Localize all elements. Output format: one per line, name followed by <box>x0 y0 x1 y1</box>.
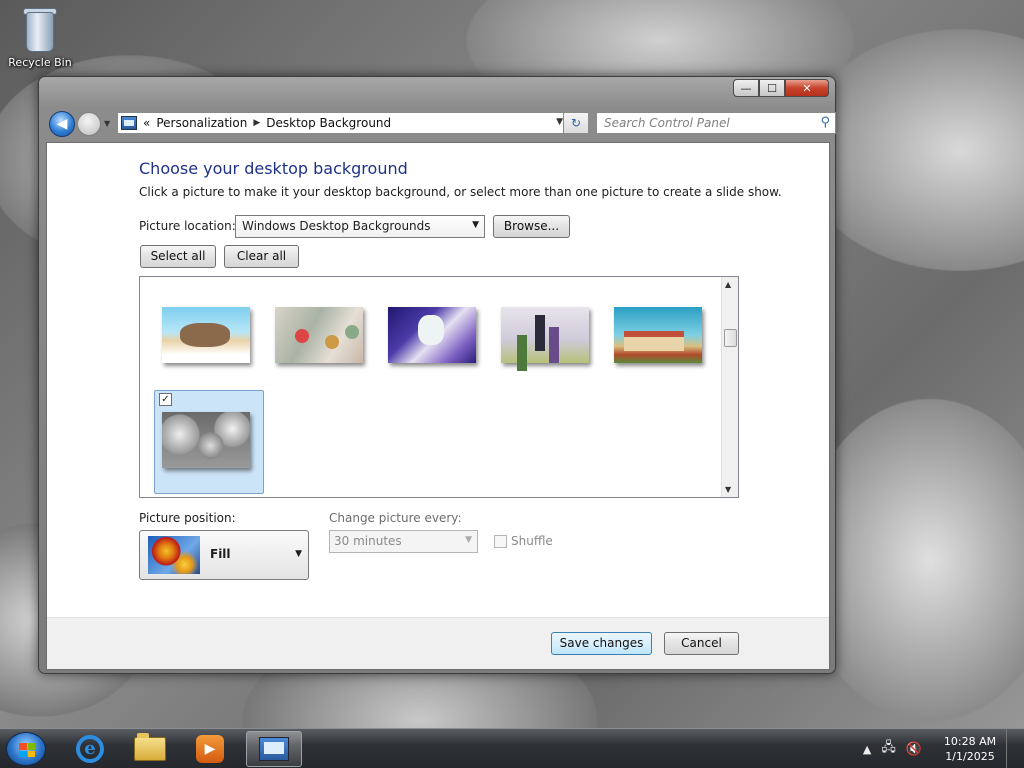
media-player-icon: ▶ <box>196 735 224 763</box>
recycle-bin-label: Recycle Bin <box>8 56 72 69</box>
selected-wallpaper-tile[interactable]: ✓ <box>154 390 264 494</box>
chevron-down-icon: ▼ <box>295 549 302 559</box>
windows-logo-icon <box>19 743 35 757</box>
recycle-bin-desktop-icon[interactable]: Recycle Bin <box>4 6 76 69</box>
taskbar: e ▶ ▲ 🖧 🔇 10:28 AM 1/1/2025 <box>0 728 1024 768</box>
change-picture-label: Change picture every: <box>329 511 462 525</box>
forward-button[interactable] <box>77 112 101 136</box>
wallpaper-thumbnail-1[interactable] <box>162 307 250 363</box>
search-icon[interactable]: ⚲ <box>820 115 830 130</box>
shuffle-label: Shuffle <box>511 534 553 548</box>
maximize-button[interactable]: ☐ <box>759 79 785 97</box>
internet-explorer-icon: e <box>76 735 104 763</box>
taskbar-media-player[interactable]: ▶ <box>182 731 238 767</box>
shuffle-checkbox[interactable]: Shuffle <box>494 534 553 548</box>
change-picture-select[interactable]: 30 minutes ▼ <box>329 530 478 553</box>
minimize-button[interactable]: — <box>733 79 759 97</box>
refresh-button[interactable]: ↻ <box>563 112 589 134</box>
gallery-scrollbar[interactable]: ▲ ▼ <box>721 277 738 497</box>
wallpaper-thumbnail-5[interactable] <box>614 307 702 363</box>
scroll-up-icon[interactable]: ▲ <box>725 280 731 289</box>
wallpaper-thumbnail-3[interactable] <box>388 307 476 363</box>
dialog-footer: Save changes Cancel <box>47 617 829 669</box>
system-tray: ▲ 🖧 🔇 10:28 AM 1/1/2025 <box>863 729 1018 768</box>
taskbar-internet-explorer[interactable]: e <box>62 731 118 767</box>
breadcrumb-root-chevron[interactable]: « <box>143 116 150 130</box>
wallpaper-gallery: ✓ ▲ ▼ <box>139 276 739 498</box>
start-button[interactable] <box>6 732 46 766</box>
browse-button[interactable]: Browse... <box>493 215 570 238</box>
clear-all-button[interactable]: Clear all <box>224 245 299 268</box>
chevron-down-icon: ▼ <box>472 220 479 230</box>
picture-position-label: Picture position: <box>139 511 236 525</box>
control-panel-icon <box>121 116 137 130</box>
desktop-background-window: — ☐ ✕ ◀ ▼ « Personalization ▶ Desktop Ba… <box>38 76 836 674</box>
chevron-down-icon: ▼ <box>465 535 472 545</box>
picture-position-value: Fill <box>210 547 231 561</box>
wallpaper-thumbnail-6[interactable] <box>162 412 250 468</box>
wallpaper-thumbnail-4[interactable] <box>501 307 589 363</box>
breadcrumb-personalization[interactable]: Personalization <box>156 116 247 130</box>
select-all-button[interactable]: Select all <box>140 245 216 268</box>
picture-location-value: Windows Desktop Backgrounds <box>242 219 431 233</box>
taskbar-windows-explorer[interactable] <box>122 731 178 767</box>
window-caption-buttons: — ☐ ✕ <box>733 79 829 97</box>
breadcrumb-separator-icon[interactable]: ▶ <box>253 118 260 128</box>
folder-icon <box>134 733 166 761</box>
address-dropdown-icon[interactable]: ▼ <box>556 117 563 127</box>
control-panel-icon <box>259 737 289 761</box>
close-button[interactable]: ✕ <box>785 79 829 97</box>
search-placeholder: Search Control Panel <box>604 116 730 130</box>
address-bar[interactable]: « Personalization ▶ Desktop Background ▼ <box>117 112 570 134</box>
clock[interactable]: 10:28 AM 1/1/2025 <box>940 734 1000 764</box>
picture-position-select[interactable]: Fill ▼ <box>139 530 309 580</box>
recycle-bin-icon <box>18 6 62 54</box>
breadcrumb-desktop-background[interactable]: Desktop Background <box>266 116 391 130</box>
taskbar-control-panel[interactable] <box>246 731 302 767</box>
scroll-down-icon[interactable]: ▼ <box>725 485 731 494</box>
scrollbar-thumb[interactable] <box>724 329 737 347</box>
clock-time: 10:28 AM <box>943 735 997 748</box>
show-hidden-icons-icon[interactable]: ▲ <box>863 743 871 756</box>
recent-pages-dropdown-icon[interactable]: ▼ <box>104 119 110 128</box>
picture-location-select[interactable]: Windows Desktop Backgrounds ▼ <box>235 215 485 238</box>
back-arrow-icon: ◀ <box>56 116 68 132</box>
network-icon[interactable]: 🖧 <box>881 738 896 760</box>
back-button[interactable]: ◀ <box>49 111 75 137</box>
shuffle-checkbox-box[interactable] <box>494 534 507 548</box>
page-description: Click a picture to make it your desktop … <box>139 185 782 199</box>
save-changes-button[interactable]: Save changes <box>551 632 652 655</box>
wallpaper-checkbox[interactable]: ✓ <box>159 393 172 406</box>
show-desktop-button[interactable] <box>1006 729 1018 768</box>
refresh-icon: ↻ <box>570 116 582 130</box>
picture-location-label: Picture location: <box>139 219 236 233</box>
page-title: Choose your desktop background <box>139 159 408 178</box>
content-pane: Choose your desktop background Click a p… <box>46 142 830 670</box>
fill-preview-icon <box>148 536 200 574</box>
cancel-button[interactable]: Cancel <box>664 632 739 655</box>
volume-muted-icon[interactable]: 🔇 <box>906 742 922 757</box>
change-picture-value: 30 minutes <box>334 534 402 548</box>
clock-date: 1/1/2025 <box>945 750 995 763</box>
navigation-bar: ◀ ▼ « Personalization ▶ Desktop Backgrou… <box>47 109 836 137</box>
wallpaper-thumbnail-2[interactable] <box>275 307 363 363</box>
search-input[interactable]: Search Control Panel ⚲ <box>596 112 836 134</box>
